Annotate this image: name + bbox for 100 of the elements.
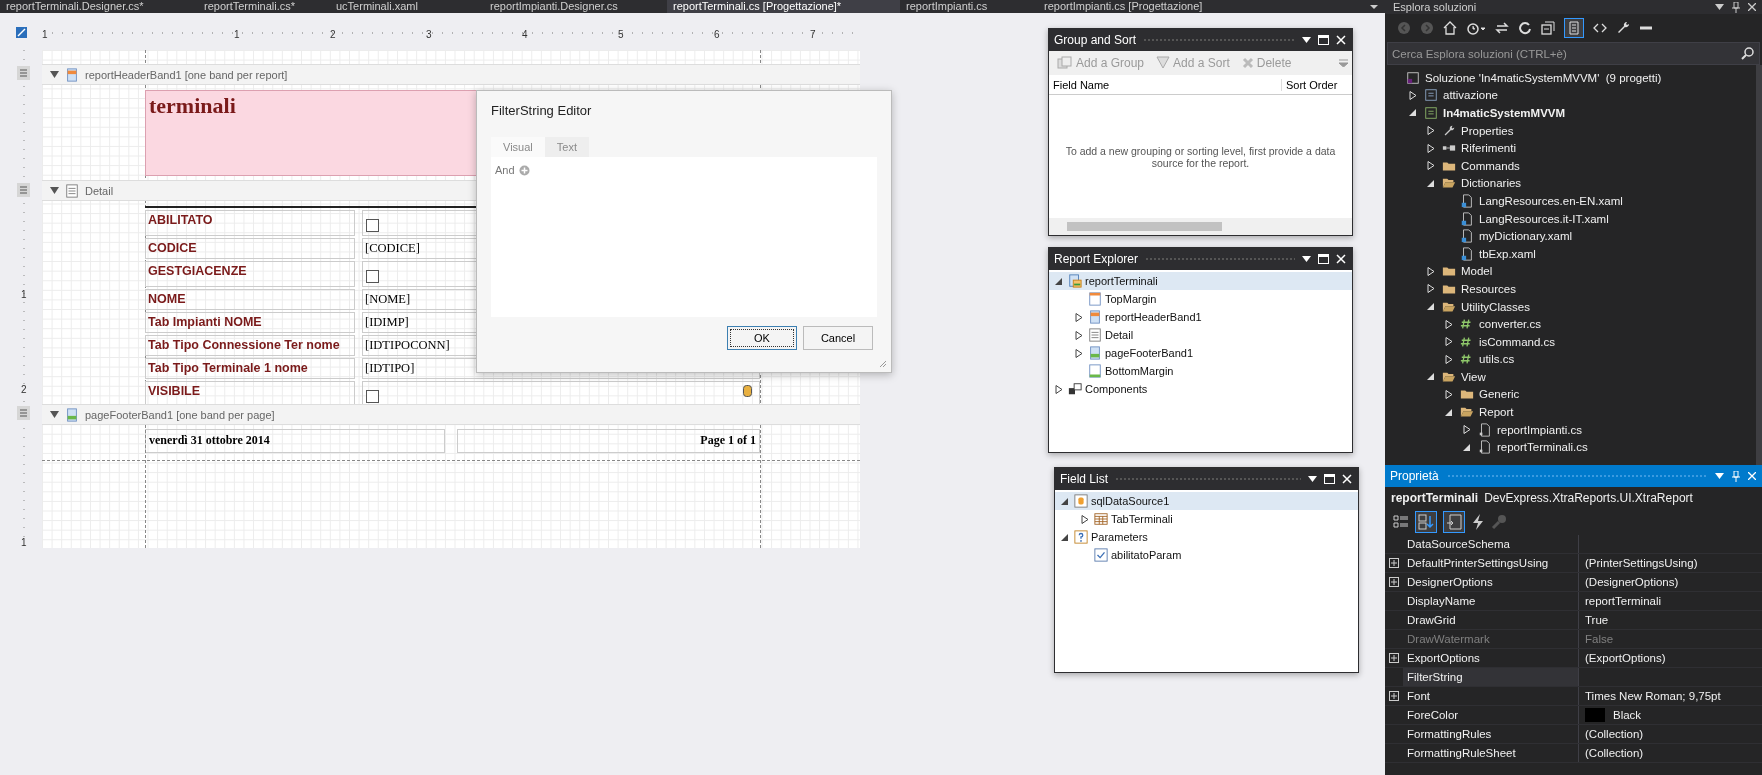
property-row[interactable]: FilterString (1385, 668, 1762, 687)
resize-grip-icon[interactable] (879, 360, 887, 368)
tree-item[interactable]: TabTerminali (1055, 510, 1358, 528)
tree-item-label[interactable]: Resources (1461, 282, 1516, 295)
expand-box-icon[interactable] (1389, 577, 1399, 587)
collapse-arrow-icon[interactable] (50, 187, 59, 194)
tree-item-label[interactable]: tbExp.xaml (1479, 247, 1536, 260)
tree-item-label[interactable]: Soluzione 'In4maticSystemMVVM' (9 progetti) (1425, 71, 1662, 84)
collapse-arrow-icon[interactable] (1061, 532, 1069, 542)
checkbox[interactable] (366, 269, 379, 283)
tree-item[interactable]: Parameters (1055, 528, 1358, 546)
tree-item-label[interactable]: isCommand.cs (1479, 335, 1556, 348)
tree-item-label[interactable]: In4maticSystemMVVM (1443, 107, 1566, 119)
home-icon[interactable] (1443, 21, 1457, 35)
expand-arrow-icon[interactable] (1075, 330, 1083, 340)
property-row[interactable]: DrawGrid True (1385, 611, 1762, 630)
expand-arrow-icon[interactable] (1075, 348, 1083, 358)
tree-item-label[interactable]: myDictionary.xaml (1479, 230, 1573, 243)
filter-area[interactable]: And (491, 157, 877, 317)
tree-item-label[interactable]: UtilityClasses (1461, 300, 1530, 313)
dropdown-icon[interactable] (1302, 37, 1311, 43)
checkbox[interactable] (366, 218, 379, 232)
field-caption[interactable]: Tab Impianti NOME (145, 312, 355, 333)
tree-item[interactable]: TopMargin (1049, 290, 1352, 308)
dropdown-icon[interactable] (1715, 4, 1724, 10)
collapse-arrow-icon[interactable] (1427, 178, 1435, 188)
show-all-files-icon[interactable] (1564, 18, 1584, 38)
ruler-corner-icon[interactable] (16, 27, 27, 38)
maximize-icon[interactable] (1324, 474, 1335, 484)
maximize-icon[interactable] (1318, 35, 1329, 45)
sync-icon[interactable] (1495, 21, 1509, 35)
expand-arrow-icon[interactable] (1075, 312, 1083, 322)
tree-item-label[interactable]: attivazione (1443, 89, 1498, 102)
band-header[interactable]: pageFooterBand1 [one band per page] (42, 404, 860, 425)
tree-item[interactable]: BottomMargin (1049, 362, 1352, 380)
expand-arrow-icon[interactable] (1081, 514, 1089, 524)
property-value[interactable]: (DesignerOptions) (1585, 576, 1679, 588)
tree-item[interactable]: reportTerminali (1049, 272, 1352, 290)
collapse-all-icon[interactable] (1541, 21, 1555, 35)
column-header[interactable]: Sort Order (1282, 78, 1352, 91)
document-tab[interactable]: reportTerminali.cs* (198, 0, 330, 13)
document-tab[interactable]: reportImpianti.cs [Progettazione] (1038, 0, 1209, 13)
property-value[interactable]: True (1585, 614, 1609, 626)
pin-icon[interactable] (1732, 1, 1740, 13)
tree-item[interactable]: abilitatoParam (1055, 546, 1358, 564)
dropdown-icon[interactable] (1302, 256, 1311, 262)
expand-box-icon[interactable] (1389, 691, 1399, 701)
collapse-arrow-icon[interactable] (1409, 108, 1417, 118)
tree-item[interactable]: Components (1049, 380, 1352, 398)
tree-item-label[interactable]: Model (1461, 265, 1493, 278)
field-caption[interactable]: NOME (145, 289, 355, 310)
tree-item-label[interactable]: LangResources.it-IT.xaml (1479, 212, 1609, 225)
collapse-arrow-icon[interactable] (1055, 276, 1063, 286)
close-icon[interactable] (1748, 3, 1756, 11)
sort-alphabetical-icon[interactable] (1415, 511, 1437, 533)
property-value[interactable]: (ExportOptions) (1585, 652, 1666, 664)
column-header[interactable]: Field Name (1049, 78, 1282, 91)
tree-item-label[interactable]: Dictionaries (1461, 177, 1522, 190)
tree-item-label[interactable]: Properties (1461, 124, 1514, 137)
property-value[interactable]: Black (1613, 709, 1642, 721)
tree-item-label[interactable]: Generic (1479, 388, 1520, 401)
collapse-arrow-icon[interactable] (50, 71, 59, 78)
collapse-arrow-icon[interactable] (50, 411, 59, 418)
property-value[interactable]: reportTerminali (1585, 595, 1662, 607)
document-tab[interactable]: reportTerminali.Designer.cs* (0, 0, 198, 13)
dialog-button[interactable]: OK (727, 326, 797, 350)
group-operator-link[interactable]: And (495, 165, 515, 176)
field-caption[interactable]: CODICE (145, 238, 355, 259)
search-icon[interactable] (1741, 47, 1754, 60)
expand-box-icon[interactable] (1389, 558, 1399, 568)
code-icon[interactable] (1593, 21, 1607, 35)
property-value[interactable]: (PrinterSettingsUsing) (1585, 557, 1698, 569)
property-value[interactable]: (Collection) (1585, 728, 1644, 740)
horizontal-scrollbar[interactable] (1049, 218, 1352, 235)
property-value[interactable]: (Collection) (1585, 747, 1644, 759)
tree-item[interactable]: pageFooterBand1 (1049, 344, 1352, 362)
events-icon[interactable] (1471, 514, 1485, 530)
document-tab[interactable]: reportImpianti.Designer.cs (484, 0, 667, 13)
tree-item-label[interactable]: Report (1479, 406, 1514, 419)
field-caption[interactable]: ABILITATO (145, 210, 355, 236)
document-tab[interactable]: reportTerminali.cs [Progettazione]* (667, 0, 900, 13)
tree-item-label[interactable]: Riferimenti (1461, 142, 1516, 155)
tree-item-label[interactable]: reportTerminali.cs (1497, 441, 1588, 454)
history-icon[interactable] (1466, 21, 1486, 35)
expand-arrow-icon[interactable] (1055, 384, 1063, 394)
maximize-icon[interactable] (1318, 254, 1329, 264)
tree-item-label[interactable]: reportImpianti.cs (1497, 423, 1582, 436)
property-row[interactable]: DisplayName reportTerminali (1385, 592, 1762, 611)
dropdown-icon[interactable] (1308, 476, 1317, 482)
database-icon[interactable] (743, 385, 752, 397)
field-caption[interactable]: GESTGIACENZE (145, 261, 355, 287)
collapse-arrow-icon[interactable] (1445, 407, 1453, 417)
tree-item-label[interactable]: View (1461, 370, 1486, 383)
tree-item-label[interactable]: Commands (1461, 159, 1520, 172)
property-row[interactable]: FormattingRules (Collection) (1385, 725, 1762, 744)
collapse-arrow-icon[interactable] (1427, 372, 1435, 382)
band-handle-icon[interactable] (17, 66, 30, 80)
refresh-icon[interactable] (1518, 21, 1532, 35)
dialog-button[interactable]: Cancel (803, 326, 873, 350)
field-caption[interactable]: Tab Tipo Connessione Ter nome (145, 335, 355, 356)
